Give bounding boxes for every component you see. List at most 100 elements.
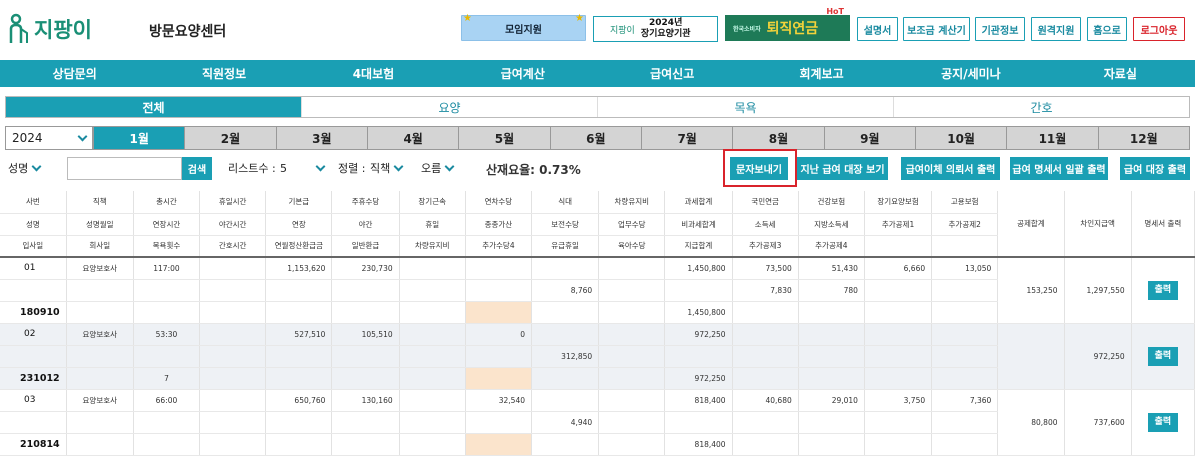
tab-bath[interactable]: 목욕: [597, 97, 893, 117]
search-input[interactable]: [67, 157, 182, 180]
employment-insurance: 13,050: [931, 257, 999, 280]
month-tab[interactable]: 11월: [1006, 126, 1099, 150]
col-header: 소득세: [732, 213, 799, 236]
payment-total: 818,400: [664, 433, 733, 456]
search-field-select[interactable]: 성명: [8, 156, 42, 180]
table-row[interactable]: 02 요양보호사 53:30 527,510 105,510 0 972,250…: [0, 323, 1195, 390]
col-header: 휴일: [399, 213, 466, 236]
ad-banner-retirement[interactable]: 한국소비자 퇴직연금 HoT: [725, 7, 850, 41]
month-tab[interactable]: 1월: [93, 126, 186, 150]
tab-nursing[interactable]: 간호: [893, 97, 1189, 117]
month-tab[interactable]: 12월: [1097, 126, 1190, 150]
month-tab[interactable]: 9월: [823, 126, 916, 150]
col-header: 목욕횟수: [133, 235, 201, 258]
weekly-allowance: 105,510: [331, 323, 400, 346]
cane-person-icon: [9, 13, 28, 43]
nav-consult[interactable]: 상담문의: [0, 60, 149, 87]
col-header: 차량유지비: [399, 235, 466, 258]
table-row[interactable]: 01 요양보호사 117:00 1,153,620 230,730 1,450,…: [0, 257, 1195, 324]
list-count-select[interactable]: 5: [280, 156, 326, 180]
month-tab[interactable]: 2월: [184, 126, 277, 150]
sort-field-value: 직책: [370, 162, 391, 175]
ltc-insurance: 6,660: [864, 257, 933, 280]
transfer-request-print-button[interactable]: 급여이체 의뢰서 출력: [901, 157, 1000, 180]
payroll-ledger-print-button[interactable]: 급여 대장 출력: [1120, 157, 1190, 180]
col-header: 국민연금: [732, 191, 799, 214]
col-header: 직책: [66, 191, 134, 214]
manual-button[interactable]: 설명서: [857, 17, 898, 41]
nav-payroll-report[interactable]: 급여신고: [598, 60, 747, 87]
subsidy-calculator-button[interactable]: 보조금 계산기: [903, 17, 970, 41]
employee-position: 요양보호사: [66, 257, 134, 280]
col-header: 지방소득세: [798, 213, 865, 236]
month-tab[interactable]: 8월: [732, 126, 825, 150]
col-header: 보전수당: [531, 213, 600, 236]
col-header: 지급합계: [664, 235, 733, 258]
base-pay: 527,510: [265, 323, 333, 346]
chevron-down-icon: [393, 161, 404, 171]
base-pay: 650,760: [265, 389, 333, 412]
national-pension: 40,680: [732, 389, 799, 412]
net-pay: 1,297,550: [1064, 257, 1132, 324]
col-header: 일반환급: [331, 235, 400, 258]
taxable-total: 972,250: [664, 323, 733, 346]
tab-care[interactable]: 요양: [301, 97, 597, 117]
col-header: 추가공제3: [732, 235, 799, 258]
col-header: 사번: [0, 191, 67, 214]
col-header: 건강보험: [798, 191, 865, 214]
nav-payroll-calc[interactable]: 급여계산: [448, 60, 597, 87]
institution-info-button[interactable]: 기관정보: [975, 17, 1025, 41]
month-tab[interactable]: 4월: [366, 126, 460, 150]
ad-retire-title: 퇴직연금: [766, 21, 819, 37]
deduction-total: 153,250: [997, 257, 1065, 324]
nav-staff[interactable]: 직원정보: [149, 60, 298, 87]
join-date: 180910: [0, 301, 67, 324]
nav-resources[interactable]: 자료실: [1046, 60, 1195, 87]
col-header: 총시간: [133, 191, 201, 214]
employee-id: 02: [0, 323, 67, 346]
payslip-bulk-print-button[interactable]: 급여 명세서 일괄 출력: [1010, 157, 1108, 180]
year-value: 2024: [12, 131, 43, 145]
month-tab[interactable]: 6월: [549, 126, 642, 150]
print-payslip-button[interactable]: 출력: [1147, 280, 1178, 300]
search-button[interactable]: 검색: [182, 157, 212, 180]
total-hours: 53:30: [133, 323, 201, 346]
sort-label: 정렬 :: [338, 162, 366, 175]
weekly-allowance: 230,730: [331, 257, 400, 280]
month-tab[interactable]: 3월: [275, 126, 368, 150]
col-header: 차인지급액: [1064, 191, 1132, 258]
accident-insurance-rate: 산재요율: 0.73%: [486, 163, 581, 177]
col-header: 차량유지비: [598, 191, 666, 214]
print-payslip-button[interactable]: 출력: [1147, 346, 1178, 366]
year-select[interactable]: 2024: [5, 126, 93, 150]
moim-support-button[interactable]: ★ 모임지원 ★: [461, 13, 586, 41]
national-pension: 73,500: [732, 257, 799, 280]
table-row[interactable]: 03 요양보호사 66:00 650,760 130,160 32,540 81…: [0, 389, 1195, 456]
remote-support-button[interactable]: 원격지원: [1031, 17, 1081, 41]
logo[interactable]: 지팡이: [8, 12, 92, 46]
col-header: 연장시간: [133, 213, 201, 236]
col-header: 연장: [265, 213, 333, 236]
chevron-down-icon: [315, 161, 326, 171]
print-payslip-button[interactable]: 출력: [1147, 412, 1178, 432]
ad-banner-2024[interactable]: 지팡이 2024년 장기요양기관: [593, 16, 718, 42]
col-header: 추가수당4: [465, 235, 533, 258]
nav-accounting[interactable]: 회계보고: [747, 60, 896, 87]
col-header: 추가공제1: [864, 213, 933, 236]
service-tabs: 전체 요양 목욕 간호: [5, 96, 1190, 118]
home-button[interactable]: 홈으로: [1087, 17, 1127, 41]
nav-insurance[interactable]: 4대보험: [299, 60, 448, 87]
month-tab[interactable]: 7월: [640, 126, 734, 150]
tab-all[interactable]: 전체: [6, 97, 301, 117]
month-tab[interactable]: 5월: [458, 126, 551, 150]
logout-button[interactable]: 로그아웃: [1133, 17, 1185, 41]
sort-field-select[interactable]: 직책: [370, 156, 404, 180]
past-payroll-button[interactable]: 지난 급여 대장 보기: [797, 157, 888, 180]
col-header: 업무수당: [598, 213, 666, 236]
deduction-total: [997, 323, 1065, 390]
month-tab[interactable]: 10월: [914, 126, 1008, 150]
ad-line1: 2024년: [649, 18, 683, 28]
logo-text: 지팡이: [34, 18, 92, 42]
nav-notice[interactable]: 공지/세미나: [896, 60, 1045, 87]
sort-order-select[interactable]: 오름: [421, 156, 455, 180]
